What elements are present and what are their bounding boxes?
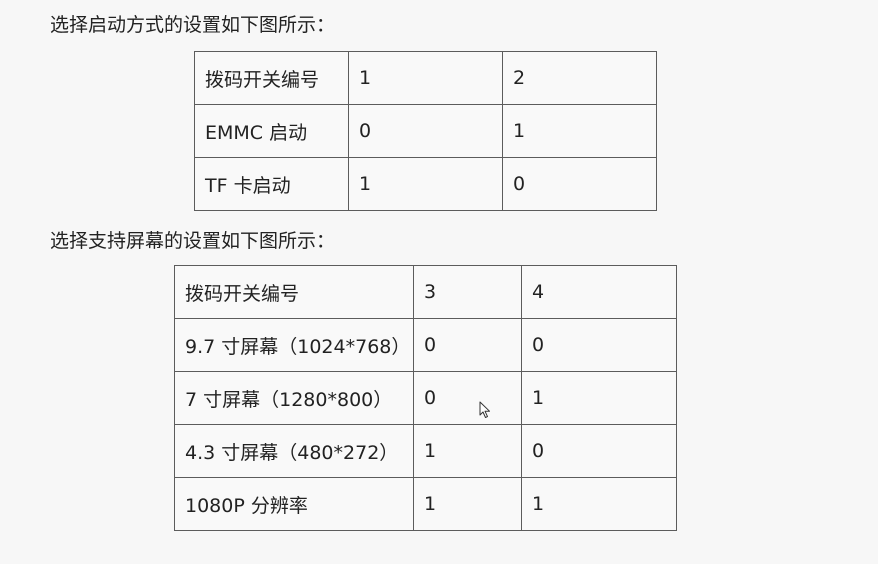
table-row: TF 卡启动 1 0 — [194, 157, 657, 211]
table-header-row: 拨码开关编号 3 4 — [174, 265, 677, 319]
table-cell: 1080P 分辨率 — [174, 477, 414, 531]
table-cell: 0 — [348, 104, 503, 158]
table-cell: 1 — [413, 424, 522, 478]
table-cell: 1 — [521, 371, 677, 425]
table-cell: 7 寸屏幕（1280*800） — [174, 371, 414, 425]
table-cell: 0 — [521, 318, 677, 372]
boot-mode-heading: 选择启动方式的设置如下图所示： — [50, 14, 336, 36]
table-cell: 拨码开关编号 — [194, 51, 349, 105]
screen-support-heading: 选择支持屏幕的设置如下图所示： — [50, 230, 336, 252]
table-cell: 2 — [502, 51, 657, 105]
table-cell: 0 — [413, 371, 522, 425]
table-cell: 0 — [413, 318, 522, 372]
table-cell: 9.7 寸屏幕（1024*768） — [174, 318, 414, 372]
table-cell: TF 卡启动 — [194, 157, 349, 211]
table-cell: 拨码开关编号 — [174, 265, 414, 319]
table-header-row: 拨码开关编号 1 2 — [194, 51, 657, 105]
table-row: EMMC 启动 0 1 — [194, 104, 657, 158]
table-row: 1080P 分辨率 1 1 — [174, 477, 677, 531]
boot-mode-table: 拨码开关编号 1 2 EMMC 启动 0 1 TF 卡启动 1 0 — [194, 51, 657, 211]
screen-support-table: 拨码开关编号 3 4 9.7 寸屏幕（1024*768） 0 0 7 寸屏幕（1… — [174, 265, 677, 531]
table-cell: 1 — [521, 477, 677, 531]
table-row: 4.3 寸屏幕（480*272） 1 0 — [174, 424, 677, 478]
table-cell: EMMC 启动 — [194, 104, 349, 158]
table-cell: 4 — [521, 265, 677, 319]
table-row: 9.7 寸屏幕（1024*768） 0 0 — [174, 318, 677, 372]
table-cell: 0 — [502, 157, 657, 211]
table-cell: 4.3 寸屏幕（480*272） — [174, 424, 414, 478]
mouse-pointer-icon — [479, 401, 491, 419]
table-row: 7 寸屏幕（1280*800） 0 1 — [174, 371, 677, 425]
table-cell: 1 — [502, 104, 657, 158]
table-cell: 3 — [413, 265, 522, 319]
table-cell: 1 — [348, 157, 503, 211]
table-cell: 1 — [413, 477, 522, 531]
table-cell: 1 — [348, 51, 503, 105]
table-cell: 0 — [521, 424, 677, 478]
